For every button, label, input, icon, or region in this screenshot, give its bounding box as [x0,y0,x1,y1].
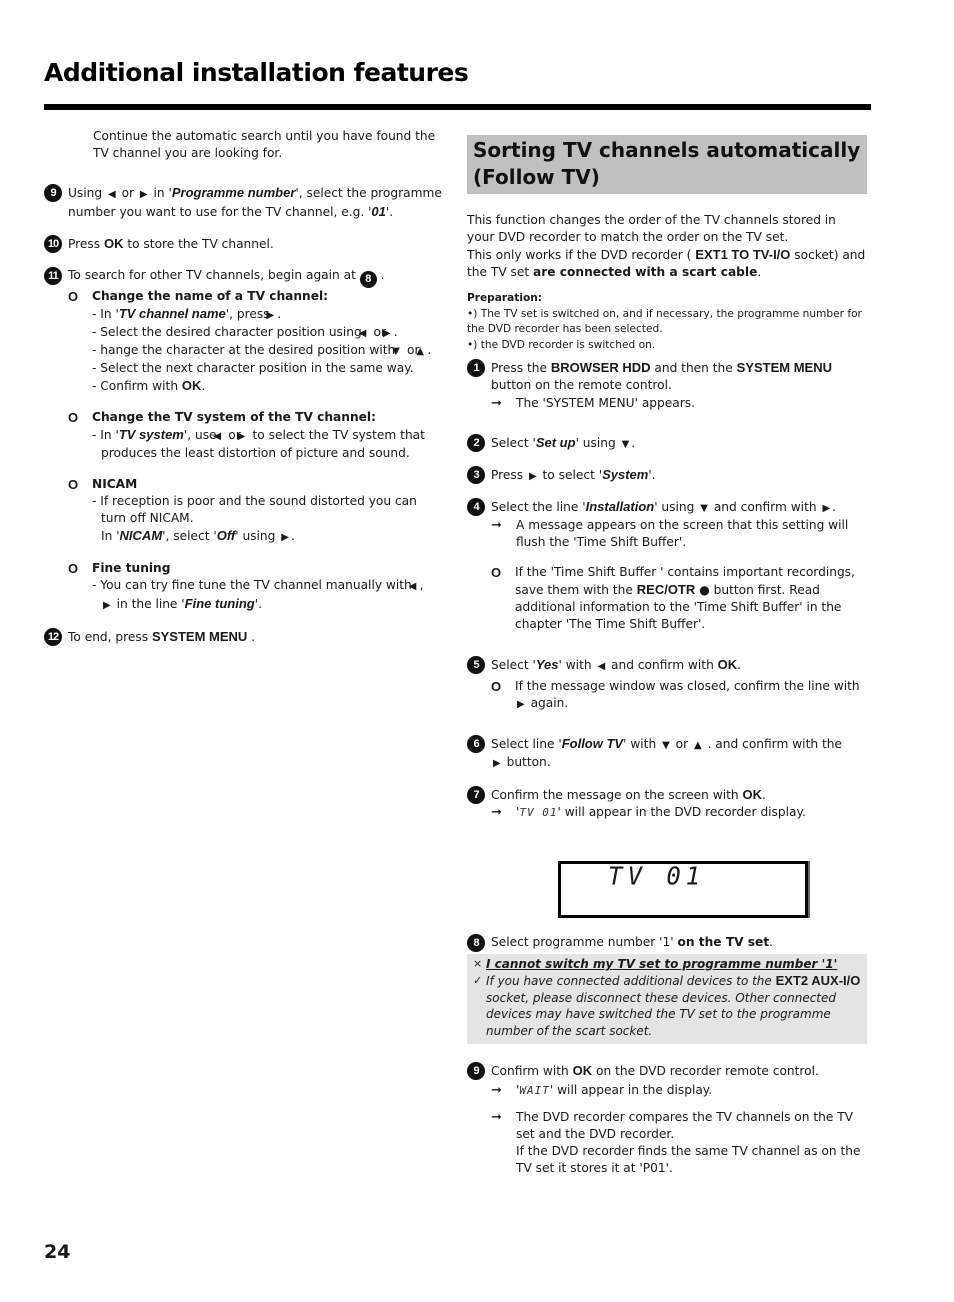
note-message-window: O If the message window was closed, conf… [491,678,867,713]
option-bullet: O [68,561,79,576]
troubleshooting-question: × I cannot switch my TV set to programme… [473,957,838,971]
key-label: OK [717,657,738,672]
left-arrow-icon: ◀ [108,189,116,200]
cross-icon: × [473,957,483,970]
right-arrow-icon: ▶ [103,600,111,611]
down-arrow-icon: ▼ [621,439,630,450]
left-column: Continue the automatic search until you … [44,128,444,646]
section-requirement: This only works if the DVD recorder ( EX… [467,247,866,279]
section-header: Sorting TV channels automatically (Follo… [467,135,867,194]
step-number: 9 [467,1061,485,1080]
preparation-item: •) The TV set is switched on, and if nec… [467,307,862,336]
section-title: Sorting TV channels automatically (Follo… [473,138,861,189]
key-label: BROWSER HDD [550,360,651,375]
step-number: 4 [467,498,485,516]
key-label: OK [742,787,762,802]
result-arrow-icon: ➞ [491,1082,502,1098]
step-number: 9 [44,184,62,202]
right-arrow-icon: ▶ [493,758,501,769]
step-7: 7 Confirm the message on the screen with… [467,786,867,821]
option-title: Change the name of a TV channel: [92,289,329,303]
step-number: 10 [44,235,62,253]
step-11: 11 To search for other TV channels, begi… [44,267,444,288]
key-label: REC/OTR [636,582,696,597]
down-arrow-icon: ▼ [662,740,670,751]
preparation-title: Preparation: [467,292,543,304]
note-time-shift-buffer: O If the 'Time Shift Buffer ' contains i… [491,565,855,631]
socket-label: EXT1 TO TV-I/O [695,247,791,262]
option-title: Fine tuning [92,561,171,575]
step-12: 12 To end, press SYSTEM MENU . [44,628,444,646]
troubleshooting-box: × I cannot switch my TV set to programme… [467,954,867,1044]
option-bullet: O [68,477,79,492]
right-arrow-icon: ▶ [139,189,148,200]
step-1: 1 Press the BROWSER HDD and then the SYS… [467,359,867,412]
result-arrow-icon: ➞ [491,396,502,411]
page-number: 24 [44,1241,71,1263]
step-number: 5 [467,656,485,674]
step-3: 3 Press ▶ to select 'System'. [467,466,867,485]
step-number: 3 [467,466,485,484]
page-title: Additional installation features [44,58,469,87]
key-label: SYSTEM MENU [736,360,832,375]
option-nicam: O NICAM - If reception is poor and the s… [68,476,444,546]
option-bullet: O [491,565,502,580]
lcd-inline-text: TV 01 [519,806,558,819]
right-arrow-icon: ▶ [822,503,831,514]
option-change-tv-system: O Change the TV system of the TV channel… [68,409,444,462]
step-6: 6 Select line 'Follow TV' with ▼ or ▲ . … [467,735,867,772]
menu-item-name: Programme number [171,185,296,200]
lcd-inline-text: WAIT [519,1083,550,1097]
step-8: 8 Select programme number '1' on the TV … [467,934,867,952]
step-number: 6 [467,735,485,753]
result-arrow-icon: ➞ [491,1109,502,1125]
step-reference: 8 [359,271,377,288]
option-title: Change the TV system of the TV channel: [92,410,376,424]
socket-label: EXT2 AUX-I/O [775,972,861,988]
title-rule [44,104,871,110]
result-arrow-icon: ➞ [491,518,502,533]
down-arrow-icon: ▼ [700,503,708,514]
preparation: Preparation: •) The TV set is switched o… [467,291,867,353]
display-text: TV 01 [608,861,706,891]
key-label: OK [103,236,124,251]
step-9: 9 Using ◀ or ▶ in 'Programme number', se… [44,184,444,221]
step-number: 7 [467,786,485,804]
record-dot-icon: ● [699,583,710,597]
right-arrow-icon: ▶ [528,471,537,482]
key-label: OK [181,378,202,393]
right-arrow-icon: ▶ [281,532,289,543]
step-number: 12 [44,628,62,646]
left-arrow-icon: ◀ [597,661,606,672]
step-10: 10 Press OK to store the TV channel. [44,235,444,253]
key-label: OK [572,1062,593,1078]
section-intro: This function changes the order of the T… [467,213,836,244]
preparation-item: •) the DVD recorder is switched on. [467,338,656,351]
right-column: Sorting TV channels automatically (Follo… [467,135,867,1177]
step-number: 11 [44,267,62,285]
step-number: 2 [467,434,485,452]
option-bullet: O [68,289,79,304]
key-label: SYSTEM MENU [151,629,248,644]
step-number: 8 [467,934,485,952]
up-arrow-icon: ▲ [693,740,702,751]
right-arrow-icon: ▶ [517,699,525,710]
option-change-name: O Change the name of a TV channel: - In … [68,288,444,395]
result-arrow-icon: ➞ [491,805,502,820]
checkmark-icon: ✓ [473,973,483,987]
troubleshooting-answer: ✓ If you have connected additional devic… [473,972,861,1039]
option-fine-tuning: O Fine tuning - You can try fine tune th… [68,560,444,614]
dvd-recorder-display: TV 01 [558,861,808,918]
step-number: 1 [467,359,485,377]
step-4: 4 Select the line 'Installation' using ▼… [467,498,867,633]
step-2: 2 Select 'Set up' using ▼. [467,434,867,453]
intro-text: Continue the automatic search until you … [93,129,436,160]
option-bullet: O [68,410,79,425]
step-9-right: 9 Confirm with OK on the DVD recorder re… [467,1061,867,1177]
step-5: 5 Select 'Yes' with ◀ and confirm with O… [467,656,867,713]
option-bullet: O [491,679,502,694]
option-title: NICAM [92,477,138,491]
